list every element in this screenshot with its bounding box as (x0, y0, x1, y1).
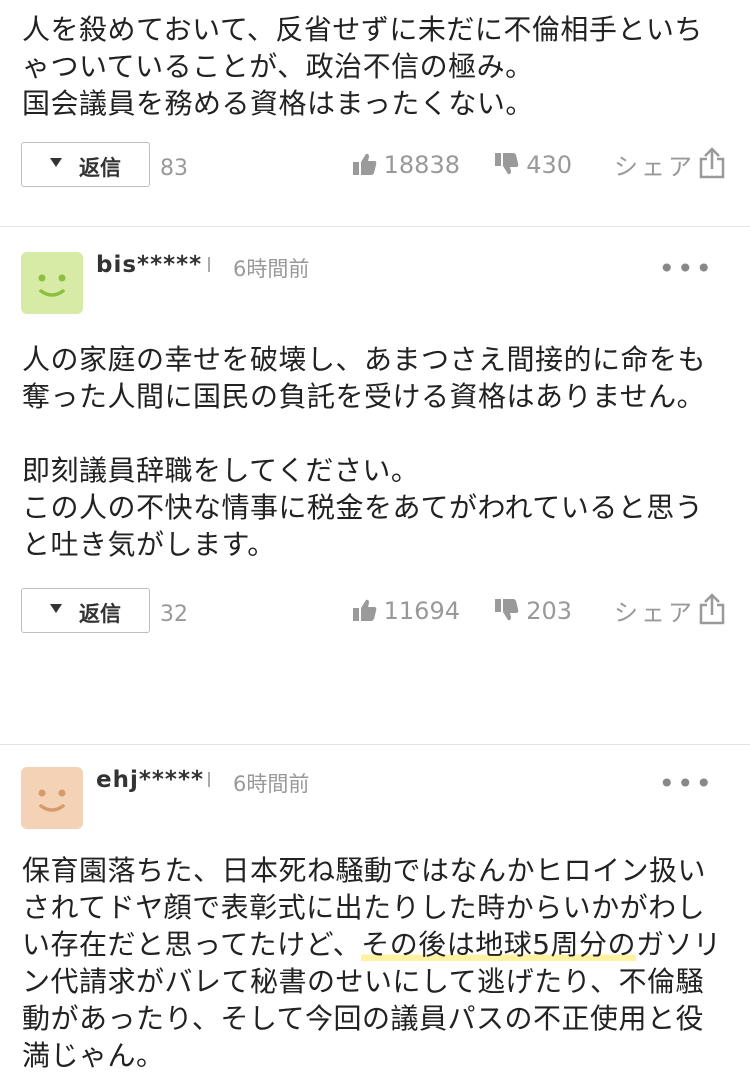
dislike-count: 430 (526, 151, 572, 179)
share-button[interactable]: シェア (614, 147, 725, 182)
username[interactable]: ehj***** (96, 767, 204, 793)
avatar[interactable] (21, 767, 83, 829)
reply-count: 83 (160, 156, 188, 181)
comment-3: ehj***** 6時間前 ••• 保育園落ちた、日本死ね騒動ではなんかヒロイン… (0, 767, 750, 1074)
comment-text: 人を殺めておいて、反省せずに未だに不倫相手といちゃついていることが、政治不信の極… (22, 13, 703, 120)
more-options-icon[interactable]: ••• (658, 252, 714, 285)
dislike-button[interactable]: 430 (494, 151, 572, 179)
like-count: 18838 (383, 151, 460, 179)
share-label: シェア (614, 153, 695, 181)
dislike-button[interactable]: 203 (494, 597, 572, 625)
triangle-down-icon (50, 158, 62, 167)
smiley-face-icon (38, 789, 66, 812)
reply-label: 返信 (79, 156, 121, 180)
reply-label: 返信 (79, 602, 121, 626)
share-icon (699, 593, 725, 625)
timestamp: 6時間前 (233, 772, 310, 796)
thumbs-down-icon (495, 599, 519, 621)
comment-actions: 返信 83 18838 430 シェア (0, 142, 750, 198)
thumbs-up-icon (352, 599, 376, 621)
more-options-icon[interactable]: ••• (658, 767, 714, 800)
comment-header: ehj***** 6時間前 ••• (0, 767, 750, 829)
comment-1: 人を殺めておいて、反省せずに未だに不倫相手といちゃついていることが、政治不信の極… (0, 0, 750, 227)
thumbs-down-icon (495, 153, 519, 175)
reply-count: 32 (160, 602, 188, 627)
like-button[interactable]: 11694 (352, 597, 460, 625)
comment-text: 人の家庭の幸せを破壊し、あまつさえ間接的に命をも奪った人間に国民の負託を受ける資… (22, 343, 707, 561)
comment-header: bis***** 6時間前 ••• (0, 252, 750, 314)
highlighted-text: その後は地球5周分の (361, 928, 637, 961)
separator (208, 772, 210, 787)
share-button[interactable]: シェア (614, 593, 725, 628)
timestamp: 6時間前 (233, 257, 310, 281)
comment-text: 保育園落ちた、日本死ね騒動ではなんかヒロイン扱いされてドヤ顔で表彰式に出たりした… (22, 852, 728, 1074)
comment-2: bis***** 6時間前 ••• 人の家庭の幸せを破壊し、あまつさえ間接的に命… (0, 252, 750, 745)
dislike-count: 203 (526, 597, 572, 625)
like-button[interactable]: 18838 (352, 151, 460, 179)
reply-button[interactable]: 返信 (21, 588, 150, 633)
username[interactable]: bis***** (96, 252, 202, 278)
separator (208, 257, 210, 272)
triangle-down-icon (50, 604, 62, 613)
thumbs-up-icon (352, 153, 376, 175)
like-count: 11694 (383, 597, 460, 625)
share-icon (699, 147, 725, 179)
share-label: シェア (614, 599, 695, 627)
comment-actions: 返信 32 11694 203 シェア (0, 588, 750, 644)
reply-button[interactable]: 返信 (21, 142, 150, 187)
avatar[interactable] (21, 252, 83, 314)
smiley-face-icon (38, 274, 66, 297)
